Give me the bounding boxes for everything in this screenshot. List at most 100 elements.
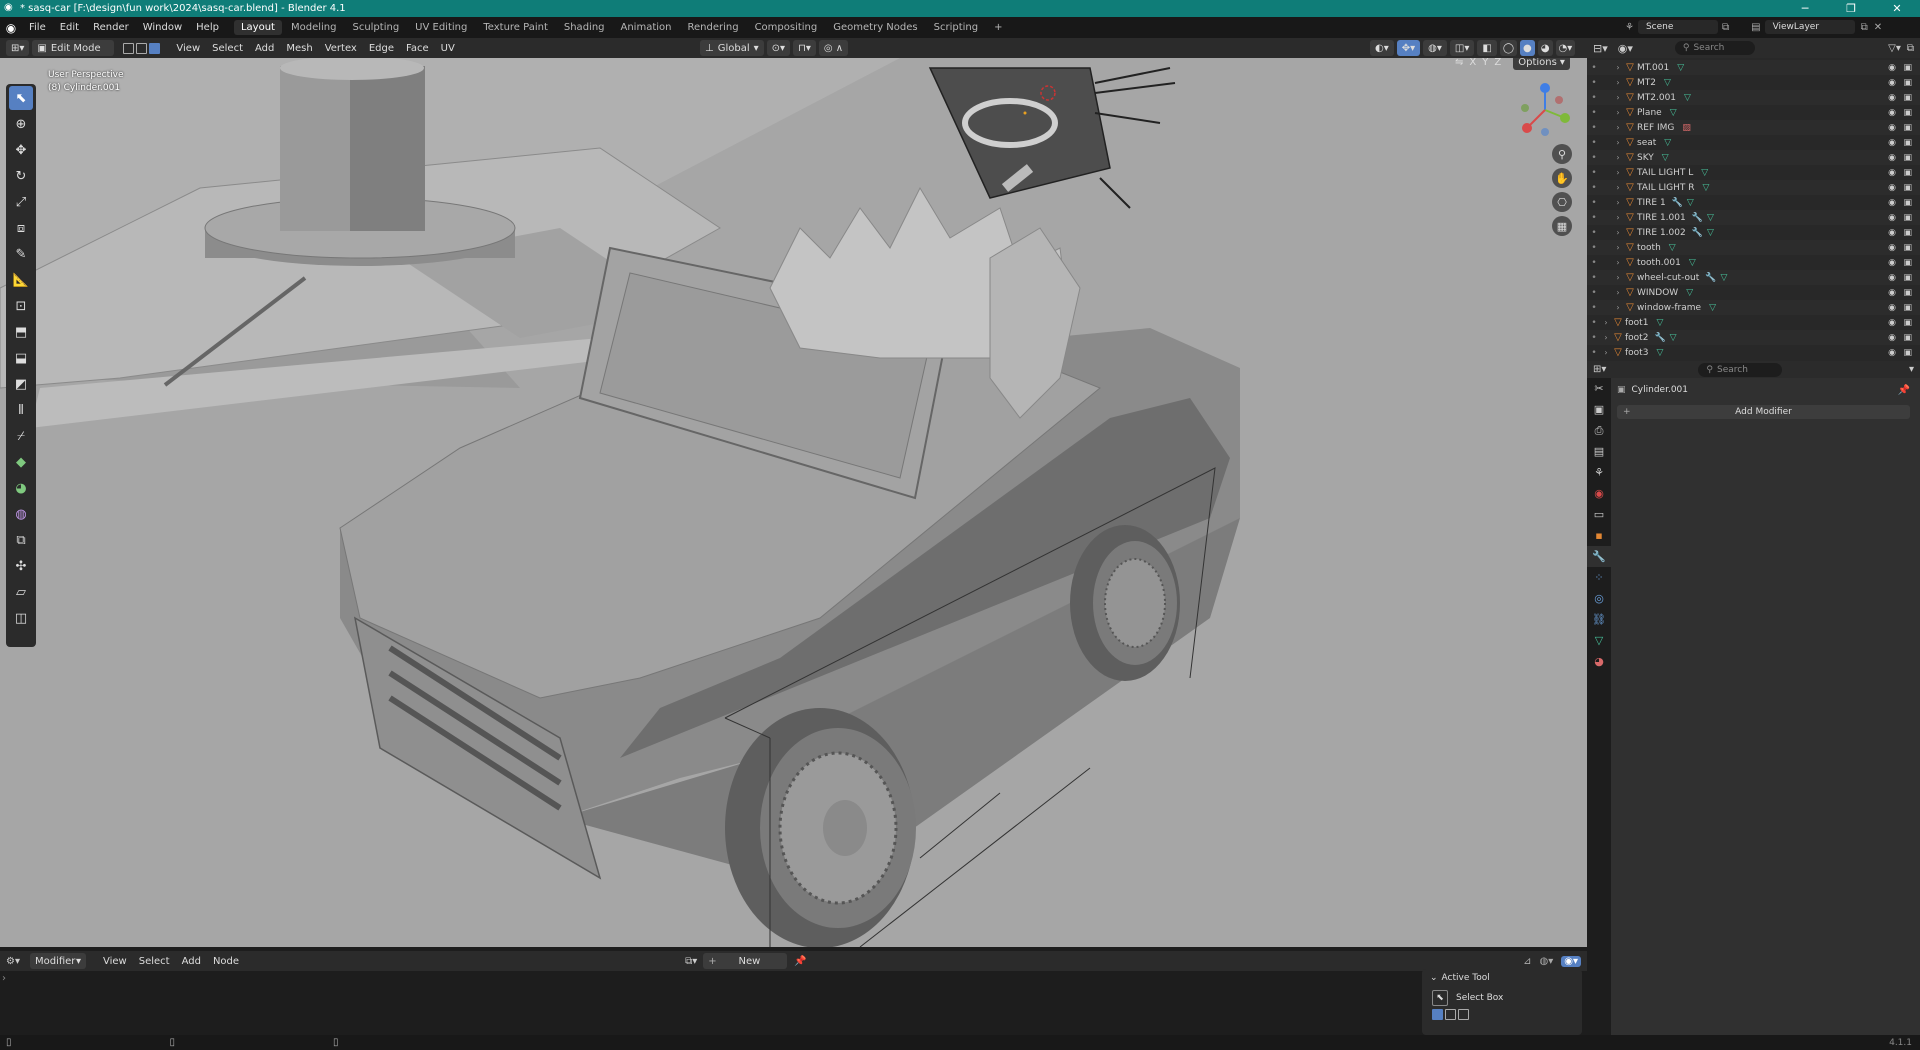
properties-search-input[interactable]: ⚲ Search [1698, 362, 1783, 377]
visibility-eye-icon[interactable]: ◉ [1888, 228, 1896, 238]
expand-arrow-icon[interactable]: › [1613, 213, 1623, 222]
display-mode-icon[interactable]: ◉▾ [1618, 42, 1633, 55]
expand-arrow-icon[interactable]: › [1613, 123, 1623, 132]
visibility-eye-icon[interactable]: ◉ [1888, 168, 1896, 178]
scene-selector[interactable]: Scene [1637, 20, 1718, 34]
mode-selector[interactable]: ▣ Edit Mode [32, 40, 115, 56]
render-camera-icon[interactable]: ▣ [1903, 63, 1912, 73]
render-camera-icon[interactable]: ▣ [1903, 273, 1912, 283]
menu-face[interactable]: Face [400, 43, 435, 54]
expand-arrow-icon[interactable]: › [1601, 333, 1611, 342]
visibility-eye-icon[interactable]: ◉ [1888, 78, 1896, 88]
properties-editor-icon[interactable]: ⊞▾ [1593, 364, 1606, 375]
object-tab-icon[interactable]: ▪ [1587, 525, 1611, 546]
tab-sculpting[interactable]: Sculpting [345, 20, 406, 35]
bevel-tool-icon[interactable]: ◩ [9, 372, 33, 396]
transform-orientation-selector[interactable]: ⊥ Global ▾ [700, 40, 764, 56]
menu-file[interactable]: File [22, 22, 53, 33]
expand-arrow-icon[interactable]: › [1613, 198, 1623, 207]
render-camera-icon[interactable]: ▣ [1903, 303, 1912, 313]
close-button[interactable]: ✕ [1874, 2, 1920, 15]
menu-mesh[interactable]: Mesh [280, 43, 318, 54]
rip-region-tool-icon[interactable]: ◫ [9, 606, 33, 630]
expand-arrow-icon[interactable]: › [1613, 168, 1623, 177]
material-shading-icon[interactable]: ◕ [1537, 40, 1553, 56]
node-pin-icon[interactable]: 📌 [794, 956, 806, 967]
shrink-fatten-tool-icon[interactable]: ✣ [9, 554, 33, 578]
render-camera-icon[interactable]: ▣ [1903, 318, 1912, 328]
sidebar-toggle-icon[interactable]: › [2, 973, 6, 984]
tab-layout[interactable]: Layout [233, 20, 282, 35]
expand-arrow-icon[interactable]: › [1613, 288, 1623, 297]
menu-help[interactable]: Help [189, 22, 226, 33]
menu-window[interactable]: Window [136, 22, 189, 33]
menu-render[interactable]: Render [86, 22, 136, 33]
tab-modeling[interactable]: Modeling [284, 20, 344, 35]
mesh-edit-overlays-icon[interactable]: ◫▾ [1449, 40, 1475, 56]
tab-shading[interactable]: Shading [557, 20, 612, 35]
outliner-row[interactable]: • › ▽ tooth ▽ ◉ ▣ [1587, 240, 1920, 255]
render-camera-icon[interactable]: ▣ [1903, 228, 1912, 238]
visibility-eye-icon[interactable]: ◉ [1888, 273, 1896, 283]
tab-geometry-nodes[interactable]: Geometry Nodes [826, 20, 924, 35]
options-dropdown[interactable]: Options ▾ [1513, 58, 1570, 70]
node-menu-add[interactable]: Add [176, 956, 207, 967]
node-menu-view[interactable]: View [97, 956, 133, 967]
node-group-browse-icon[interactable]: ⧉▾ [685, 956, 697, 967]
visibility-eye-icon[interactable]: ◉ [1888, 243, 1896, 253]
editor-type-icon[interactable]: ⊞▾ [6, 40, 30, 56]
properties-options-icon[interactable]: ▾ [1909, 364, 1914, 375]
tab-uv-editing[interactable]: UV Editing [408, 20, 474, 35]
snap-icon[interactable]: ⊓▾ [793, 40, 816, 56]
visibility-eye-icon[interactable]: ◉ [1888, 153, 1896, 163]
collection-tab-icon[interactable]: ▭ [1587, 504, 1611, 525]
cursor-tool-icon[interactable]: ⊕ [9, 112, 33, 136]
visibility-eye-icon[interactable]: ◉ [1888, 123, 1896, 133]
view-layer-selector[interactable]: ViewLayer [1764, 20, 1855, 34]
particles-tab-icon[interactable]: ⁘ [1587, 567, 1611, 588]
visibility-eye-icon[interactable]: ◉ [1888, 333, 1896, 343]
axis-y-toggle[interactable]: Y [1482, 58, 1488, 68]
menu-view[interactable]: View [170, 43, 206, 54]
menu-select[interactable]: Select [206, 43, 249, 54]
rendered-shading-icon[interactable]: ◔▾ [1555, 40, 1576, 56]
transform-tool-icon[interactable]: ⧈ [9, 216, 33, 240]
outliner-row[interactable]: • › ▽ foot3 ▽ ◉ ▣ [1587, 345, 1920, 360]
expand-arrow-icon[interactable]: › [1613, 63, 1623, 72]
visibility-icon[interactable]: ◐▾ [1370, 40, 1394, 56]
edge-select-icon[interactable] [136, 42, 148, 54]
gizmo-toggle-icon[interactable]: ✥▾ [1396, 40, 1421, 56]
render-camera-icon[interactable]: ▣ [1903, 288, 1912, 298]
annotate-tool-icon[interactable]: ✎ [9, 242, 33, 266]
outliner-row[interactable]: • › ▽ MT2.001 ▽ ◉ ▣ [1587, 90, 1920, 105]
navigation-gizmo[interactable] [1515, 80, 1575, 140]
loop-cut-tool-icon[interactable]: ⫴ [9, 398, 33, 422]
scale-tool-icon[interactable]: ⤢ [9, 190, 33, 214]
visibility-eye-icon[interactable]: ◉ [1888, 303, 1896, 313]
outliner-row[interactable]: • › ▽ TAIL LIGHT R ▽ ◉ ▣ [1587, 180, 1920, 195]
menu-edit[interactable]: Edit [53, 22, 86, 33]
axis-z-toggle[interactable]: Z [1494, 58, 1501, 68]
tool-tab-icon[interactable]: ✂ [1587, 378, 1611, 399]
render-camera-icon[interactable]: ▣ [1903, 213, 1912, 223]
visibility-eye-icon[interactable]: ◉ [1888, 108, 1896, 118]
maximize-button[interactable]: ❐ [1828, 2, 1874, 15]
expand-arrow-icon[interactable]: › [1613, 228, 1623, 237]
mirror-options-icon[interactable]: ⇋ [1455, 58, 1463, 68]
select-new-mode-icon[interactable] [1432, 1009, 1443, 1020]
outliner-search-input[interactable]: ⚲ Search [1674, 41, 1755, 55]
select-box-tool-icon[interactable]: ⬉ [9, 86, 33, 110]
tab-compositing[interactable]: Compositing [748, 20, 825, 35]
expand-arrow-icon[interactable]: › [1613, 138, 1623, 147]
render-camera-icon[interactable]: ▣ [1903, 93, 1912, 103]
minimize-button[interactable]: ─ [1782, 2, 1828, 15]
expand-arrow-icon[interactable]: › [1601, 348, 1611, 357]
node-overlay-icon[interactable]: ◍▾ [1540, 956, 1554, 967]
outliner-row[interactable]: • › ▽ tooth.001 ▽ ◉ ▣ [1587, 255, 1920, 270]
3d-viewport[interactable]: User Perspective (8) Cylinder.001 ⇋ X Y … [0, 58, 1587, 947]
tab-scripting[interactable]: Scripting [927, 20, 985, 35]
add-cube-tool-icon[interactable]: ⊡ [9, 294, 33, 318]
expand-arrow-icon[interactable]: › [1613, 93, 1623, 102]
outliner-row[interactable]: • › ▽ REF IMG ▨ ◉ ▣ [1587, 120, 1920, 135]
visibility-eye-icon[interactable]: ◉ [1888, 318, 1896, 328]
